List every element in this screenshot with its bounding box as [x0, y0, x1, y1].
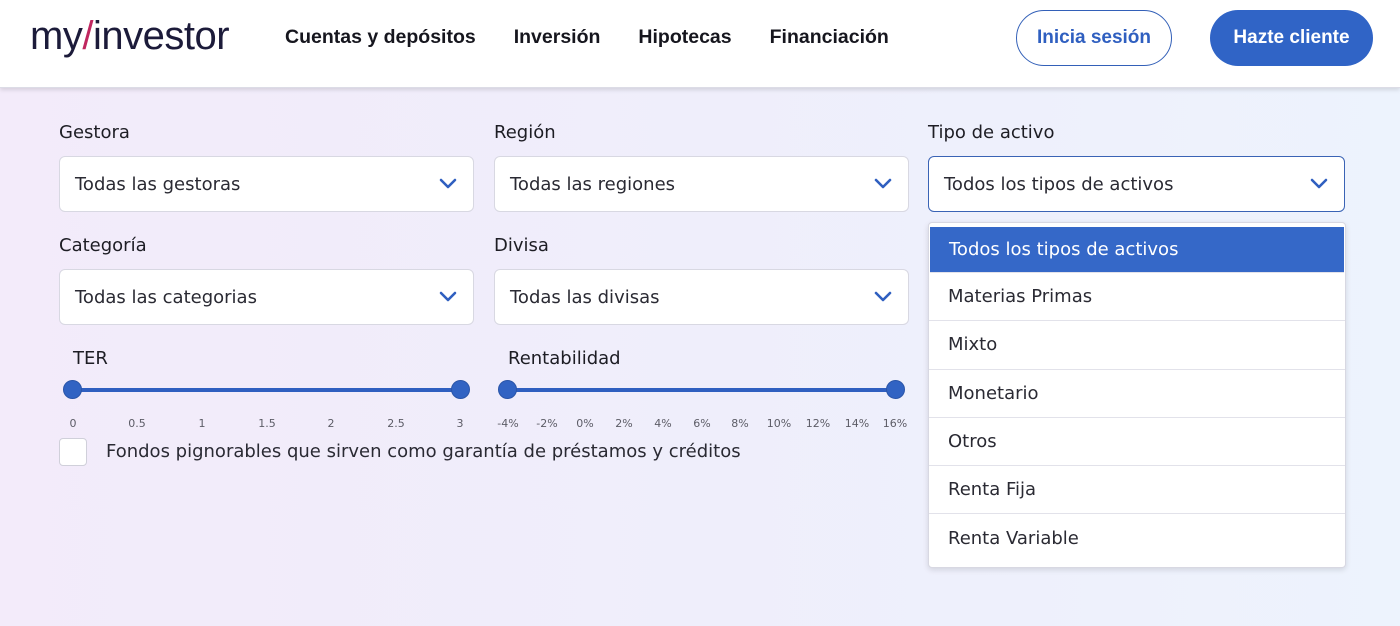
chevron-down-icon: [439, 178, 457, 189]
ter-tick: 1.5: [258, 417, 276, 430]
divisa-value: Todas las divisas: [510, 286, 660, 308]
rentabilidad-label: Rentabilidad: [508, 348, 621, 369]
rentabilidad-tick: 2%: [615, 417, 633, 430]
dropdown-option-monetario[interactable]: Monetario: [929, 370, 1345, 418]
myinvestor-logo[interactable]: my/investor: [30, 14, 230, 59]
rentabilidad-slider-max-handle[interactable]: [886, 380, 905, 399]
site-header: my/investor Cuentas y depósitos Inversió…: [0, 0, 1400, 88]
region-select[interactable]: Todas las regiones: [494, 156, 909, 212]
rentabilidad-tick: -2%: [536, 417, 558, 430]
divisa-label: Divisa: [494, 235, 549, 256]
rentabilidad-slider-min-handle[interactable]: [498, 380, 517, 399]
categoria-label: Categoría: [59, 235, 147, 256]
rentabilidad-tick: 0%: [576, 417, 594, 430]
dropdown-option-todos[interactable]: Todos los tipos de activos: [930, 227, 1344, 273]
ter-slider-max-handle[interactable]: [451, 380, 470, 399]
ter-tick: 0: [69, 417, 77, 430]
rentabilidad-tick: 6%: [693, 417, 711, 430]
tipo-activo-dropdown-list: Todos los tipos de activos Materias Prim…: [928, 222, 1346, 568]
chevron-down-icon: [874, 178, 892, 189]
main-nav: Cuentas y depósitos Inversión Hipotecas …: [285, 26, 927, 49]
rentabilidad-slider-track[interactable]: [507, 388, 896, 392]
gestora-value: Todas las gestoras: [75, 173, 241, 195]
ter-slider-min-handle[interactable]: [63, 380, 82, 399]
logo-text-suffix: investor: [92, 14, 230, 58]
ter-tick: 1: [198, 417, 206, 430]
ter-tick: 0.5: [128, 417, 146, 430]
ter-slider-track[interactable]: [72, 388, 461, 392]
tipo-activo-select[interactable]: Todos los tipos de activos: [928, 156, 1345, 212]
divisa-select[interactable]: Todas las divisas: [494, 269, 909, 325]
categoria-value: Todas las categorias: [75, 286, 257, 308]
dropdown-option-renta-fija[interactable]: Renta Fija: [929, 466, 1345, 515]
rentabilidad-tick: 14%: [844, 417, 870, 430]
dropdown-option-renta-variable[interactable]: Renta Variable: [929, 514, 1345, 562]
rentabilidad-tick: 12%: [805, 417, 831, 430]
nav-item-cuentas[interactable]: Cuentas y depósitos: [285, 26, 476, 49]
tipo-activo-value: Todos los tipos de activos: [944, 173, 1174, 195]
nav-item-inversion[interactable]: Inversión: [514, 26, 601, 49]
ter-label: TER: [73, 348, 108, 369]
dropdown-option-materias-primas[interactable]: Materias Primas: [929, 273, 1345, 322]
tipo-activo-label: Tipo de activo: [928, 122, 1055, 143]
logo-slash: /: [82, 14, 93, 58]
chevron-down-icon: [1310, 178, 1328, 189]
gestora-select[interactable]: Todas las gestoras: [59, 156, 474, 212]
gestora-label: Gestora: [59, 122, 130, 143]
region-label: Región: [494, 122, 556, 143]
dropdown-option-otros[interactable]: Otros: [929, 418, 1345, 467]
ter-tick: 3: [456, 417, 464, 430]
signup-button[interactable]: Hazte cliente: [1210, 10, 1373, 66]
chevron-down-icon: [874, 291, 892, 302]
logo-text-prefix: my: [30, 14, 83, 58]
rentabilidad-tick: 16%: [882, 417, 908, 430]
nav-item-financiacion[interactable]: Financiación: [770, 26, 889, 49]
chevron-down-icon: [439, 291, 457, 302]
pignorable-checkbox[interactable]: [59, 438, 87, 466]
pignorable-checkbox-label[interactable]: Fondos pignorables que sirven como garan…: [106, 441, 741, 462]
nav-item-hipotecas[interactable]: Hipotecas: [638, 26, 731, 49]
dropdown-option-mixto[interactable]: Mixto: [929, 321, 1345, 370]
rentabilidad-tick: -4%: [497, 417, 519, 430]
rentabilidad-tick: 8%: [731, 417, 749, 430]
region-value: Todas las regiones: [510, 173, 676, 195]
ter-tick: 2: [327, 417, 335, 430]
rentabilidad-tick: 4%: [654, 417, 672, 430]
rentabilidad-tick: 10%: [766, 417, 792, 430]
login-button[interactable]: Inicia sesión: [1016, 10, 1172, 66]
categoria-select[interactable]: Todas las categorias: [59, 269, 474, 325]
ter-tick: 2.5: [387, 417, 405, 430]
